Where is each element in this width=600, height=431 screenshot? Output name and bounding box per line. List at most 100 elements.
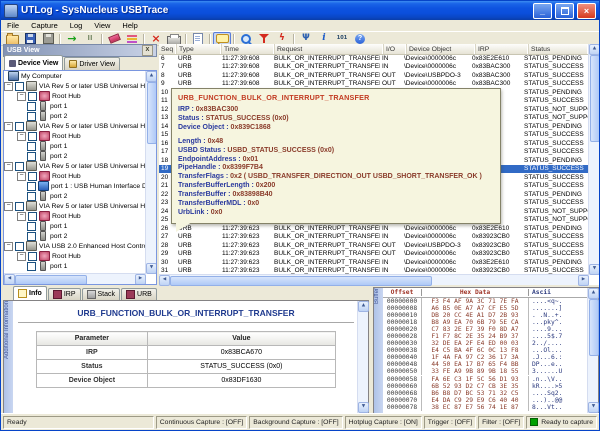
hex-scroll-thumb[interactable] xyxy=(589,299,599,356)
tree-item[interactable]: −VIA Rev 5 or later USB Universal Host C xyxy=(4,81,156,91)
panel-close-icon[interactable]: x xyxy=(142,45,153,56)
tree-expander-icon[interactable]: − xyxy=(4,202,13,211)
maximize-button[interactable] xyxy=(555,3,574,19)
tree-item[interactable]: My Computer xyxy=(4,71,156,81)
tab-driver-view[interactable]: Driver View xyxy=(64,57,120,70)
tree-hscroll-thumb[interactable] xyxy=(15,275,87,285)
scroll-left-icon[interactable]: ◀ xyxy=(4,274,15,285)
log-row[interactable]: 9URB11:27:39:608BULK_OR_INTERRUPT_TRANSF… xyxy=(159,80,589,89)
tree-checkbox[interactable] xyxy=(15,202,24,211)
log-vertical-scrollbar[interactable]: ▲ ▼ xyxy=(588,44,599,275)
tree-checkbox[interactable] xyxy=(27,182,36,191)
tree-item[interactable]: −VIA USB 2.0 Enhanced Host Controller xyxy=(4,241,156,251)
tree-checkbox[interactable] xyxy=(28,92,37,101)
log-horizontal-scrollbar[interactable]: ◀ ▶ xyxy=(159,274,589,285)
tree-item[interactable]: −Root Hub xyxy=(4,171,156,181)
log-row[interactable]: 8URB11:27:39:608BULK_OR_INTERRUPT_TRANSF… xyxy=(159,71,589,80)
tree-item[interactable]: −VIA Rev 5 or later USB Universal Host C xyxy=(4,161,156,171)
menu-help[interactable]: Help xyxy=(116,21,143,30)
tree-item[interactable]: port 1 xyxy=(4,141,156,151)
close-button[interactable]: × xyxy=(577,3,596,19)
scroll-down-icon[interactable]: ▼ xyxy=(146,263,157,274)
tree-checkbox[interactable] xyxy=(27,102,36,111)
tree-checkbox[interactable] xyxy=(28,212,37,221)
log-scroll-thumb[interactable] xyxy=(590,55,600,142)
tree-checkbox[interactable] xyxy=(28,132,37,141)
log-row[interactable]: 28URB11:27:39:623BULK_OR_INTERRUPT_TRANS… xyxy=(159,241,589,250)
log-row[interactable]: 27URB11:27:39:623BULK_OR_INTERRUPT_TRANS… xyxy=(159,233,589,242)
minimize-button[interactable]: _ xyxy=(533,3,552,19)
tree-item[interactable]: port 1 xyxy=(4,261,156,271)
tree-checkbox[interactable] xyxy=(28,252,37,261)
tree-horizontal-scrollbar[interactable]: ◀ ▶ xyxy=(4,273,146,284)
tree-checkbox[interactable] xyxy=(27,222,36,231)
column-header-seq[interactable]: Seq xyxy=(159,44,177,54)
menu-log[interactable]: Log xyxy=(64,21,89,30)
tree-checkbox[interactable] xyxy=(27,112,36,121)
tree-expander-icon[interactable]: − xyxy=(17,212,26,221)
column-header-type[interactable]: Type xyxy=(177,44,222,54)
scroll-down-icon[interactable]: ▼ xyxy=(358,402,369,413)
column-header-time[interactable]: Time xyxy=(222,44,275,54)
tree-scroll-thumb[interactable] xyxy=(147,82,157,144)
column-header-io[interactable]: I/O xyxy=(384,44,407,54)
tree-vertical-scrollbar[interactable]: ▲ ▼ xyxy=(145,71,156,274)
menu-file[interactable]: File xyxy=(1,21,25,30)
scroll-right-icon[interactable]: ▶ xyxy=(578,275,589,286)
tree-item[interactable]: port 1 : USB Human Interface D xyxy=(4,181,156,191)
tab-info[interactable]: Info xyxy=(13,286,47,300)
log-row[interactable]: 26URB11:27:39:623BULK_OR_INTERRUPT_TRANS… xyxy=(159,224,589,233)
tab-device-view[interactable]: Device View xyxy=(4,55,63,70)
menu-view[interactable]: View xyxy=(88,21,116,30)
column-header-deviceobject[interactable]: Device Object xyxy=(407,44,476,54)
log-hscroll-thumb[interactable] xyxy=(170,276,432,286)
tree-item[interactable]: port 2 xyxy=(4,151,156,161)
tree-expander-icon[interactable]: − xyxy=(4,122,13,131)
tab-stack[interactable]: Stack xyxy=(82,288,121,300)
tree-item[interactable]: port 2 xyxy=(4,191,156,201)
tree-item[interactable]: −VIA Rev 5 or later USB Universal Host C xyxy=(4,121,156,131)
tree-expander-icon[interactable]: − xyxy=(17,252,26,261)
tree-item[interactable]: −VIA Rev 5 or later USB Universal Host C xyxy=(4,201,156,211)
scroll-up-icon[interactable]: ▲ xyxy=(146,71,157,82)
log-row[interactable]: 7URB11:27:39:608BULK_OR_INTERRUPT_TRANSF… xyxy=(159,63,589,72)
tree-item[interactable]: port 1 xyxy=(4,221,156,231)
tree-checkbox[interactable] xyxy=(15,82,24,91)
tree-item[interactable]: −Root Hub xyxy=(4,251,156,261)
tree-item[interactable]: port 2 xyxy=(4,231,156,241)
scroll-down-icon[interactable]: ▼ xyxy=(588,402,599,413)
scroll-down-icon[interactable]: ▼ xyxy=(589,264,600,275)
menu-capture[interactable]: Capture xyxy=(25,21,64,30)
info-vertical-scrollbar[interactable]: ▲ ▼ xyxy=(357,301,368,413)
scroll-left-icon[interactable]: ◀ xyxy=(159,275,170,286)
scroll-up-icon[interactable]: ▲ xyxy=(588,288,599,299)
tree-expander-icon[interactable]: − xyxy=(17,92,26,101)
scroll-right-icon[interactable]: ▶ xyxy=(135,274,146,285)
tree-expander-icon[interactable]: − xyxy=(4,162,13,171)
tree-expander-icon[interactable]: − xyxy=(4,242,13,251)
tree-checkbox[interactable] xyxy=(27,232,36,241)
column-header-irp[interactable]: IRP xyxy=(476,44,529,54)
scroll-up-icon[interactable]: ▲ xyxy=(589,44,600,55)
tree-expander-icon[interactable]: − xyxy=(17,132,26,141)
tree-checkbox[interactable] xyxy=(27,262,36,271)
tree-item[interactable]: −Root Hub xyxy=(4,131,156,141)
tree-checkbox[interactable] xyxy=(15,122,24,131)
tree-checkbox[interactable] xyxy=(15,242,24,251)
tab-irp[interactable]: IRP xyxy=(48,288,81,300)
tree-expander-icon[interactable]: − xyxy=(17,172,26,181)
column-header-request[interactable]: Request xyxy=(275,44,384,54)
log-row[interactable]: 30URB11:27:39:623BULK_OR_INTERRUPT_TRANS… xyxy=(159,258,589,267)
tree-checkbox[interactable] xyxy=(15,162,24,171)
scroll-up-icon[interactable]: ▲ xyxy=(358,301,369,312)
tree-checkbox[interactable] xyxy=(27,192,36,201)
tree-item[interactable]: −Root Hub xyxy=(4,211,156,221)
column-header-status[interactable]: Status xyxy=(529,44,589,54)
tree-item[interactable]: port 1 xyxy=(4,101,156,111)
tree-checkbox[interactable] xyxy=(28,172,37,181)
log-row[interactable]: 6URB11:27:39:608BULK_OR_INTERRUPT_TRANSF… xyxy=(159,54,589,63)
tree-expander-icon[interactable]: − xyxy=(4,82,13,91)
log-row[interactable]: 29URB11:27:39:623BULK_OR_INTERRUPT_TRANS… xyxy=(159,250,589,259)
tree-checkbox[interactable] xyxy=(27,152,36,161)
tree-item[interactable]: −Root Hub xyxy=(4,91,156,101)
